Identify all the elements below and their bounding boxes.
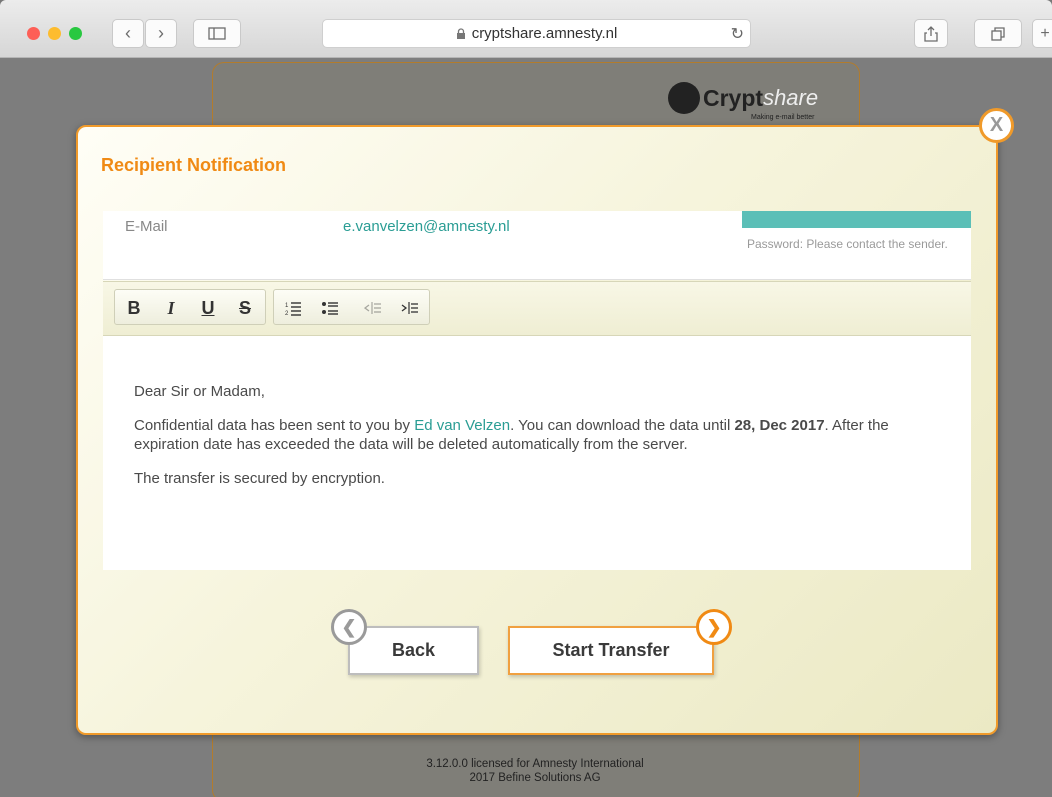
url-text: cryptshare.amnesty.nl xyxy=(471,25,618,42)
message-body: Confidential data has been sent to you b… xyxy=(134,417,889,453)
chevron-right-circle-icon[interactable]: ❯ xyxy=(696,609,732,645)
cryptshare-logo: Crypt share xyxy=(668,82,818,114)
sidebar-toggle-button[interactable] xyxy=(193,19,241,48)
ordered-list-button[interactable]: 12 xyxy=(280,296,306,320)
dialog-title: Recipient Notification xyxy=(101,155,287,175)
underline-button[interactable]: U xyxy=(195,296,221,320)
back-button[interactable]: Back xyxy=(348,626,479,675)
recipient-info-header-bar xyxy=(742,211,971,228)
encryption-note: The transfer is secured by encryption. xyxy=(134,470,385,487)
outdent-button[interactable] xyxy=(360,296,386,320)
tabs-icon xyxy=(991,26,1005,41)
address-bar[interactable]: cryptshare.amnesty.nl ↻ xyxy=(322,19,751,48)
password-note: Password: Please contact the sender. xyxy=(747,237,948,251)
bullet-list-button[interactable] xyxy=(317,296,343,320)
bold-button[interactable]: B xyxy=(121,296,147,320)
indent-icon xyxy=(401,302,418,314)
sender-name: Ed van Velzen xyxy=(414,417,511,434)
bullet-list-icon xyxy=(322,302,338,315)
license-line-2: 2017 Befine Solutions AG xyxy=(469,772,601,784)
numbered-list-icon: 12 xyxy=(285,302,301,316)
svg-text:1: 1 xyxy=(285,303,289,309)
plus-icon: + xyxy=(1040,24,1050,42)
chevron-left-circle-icon[interactable]: ❮ xyxy=(331,609,367,645)
tabs-overview-button[interactable] xyxy=(974,19,1022,48)
license-line-1: 3.12.0.0 licensed for Amnesty Internatio… xyxy=(426,758,644,770)
window-minimize-button[interactable] xyxy=(48,27,61,40)
greeting-text: Dear Sir or Madam, xyxy=(134,383,265,400)
share-icon xyxy=(924,25,938,42)
close-icon: X xyxy=(989,114,1004,136)
share-button[interactable] xyxy=(914,19,948,48)
message-editor[interactable]: Dear Sir or Madam, Confidential data has… xyxy=(103,336,971,570)
window-close-button[interactable] xyxy=(27,27,40,40)
forward-nav-button[interactable]: › xyxy=(145,19,177,48)
chevron-left-icon: ‹ xyxy=(125,23,131,43)
email-label: E-Mail xyxy=(125,218,168,235)
svg-text:2: 2 xyxy=(285,311,289,316)
outdent-icon xyxy=(364,302,381,314)
lock-icon xyxy=(456,27,465,39)
window-zoom-button[interactable] xyxy=(69,27,82,40)
strikethrough-button[interactable]: S xyxy=(232,296,258,320)
license-footer: 3.12.0.0 licensed for Amnesty Internatio… xyxy=(380,757,690,785)
new-tab-button[interactable]: + xyxy=(1032,19,1052,48)
back-nav-button[interactable]: ‹ xyxy=(112,19,144,48)
logo-tagline: Making e-mail better xyxy=(751,114,815,121)
start-transfer-button[interactable]: Start Transfer xyxy=(508,626,714,675)
sidebar-icon xyxy=(208,27,226,40)
reload-icon[interactable]: ↻ xyxy=(731,24,744,44)
browser-toolbar: ‹ › cryptshare.amnesty.nl ↻ + xyxy=(0,0,1052,58)
email-value: e.vanvelzen@amnesty.nl xyxy=(343,218,510,235)
cryptshare-logo-icon xyxy=(668,82,700,114)
italic-button[interactable]: I xyxy=(158,296,184,320)
expiry-date: 28, Dec 2017 xyxy=(734,417,825,434)
close-dialog-button[interactable]: X xyxy=(979,108,1014,143)
indent-button[interactable] xyxy=(397,296,423,320)
chevron-right-icon: › xyxy=(158,23,164,43)
